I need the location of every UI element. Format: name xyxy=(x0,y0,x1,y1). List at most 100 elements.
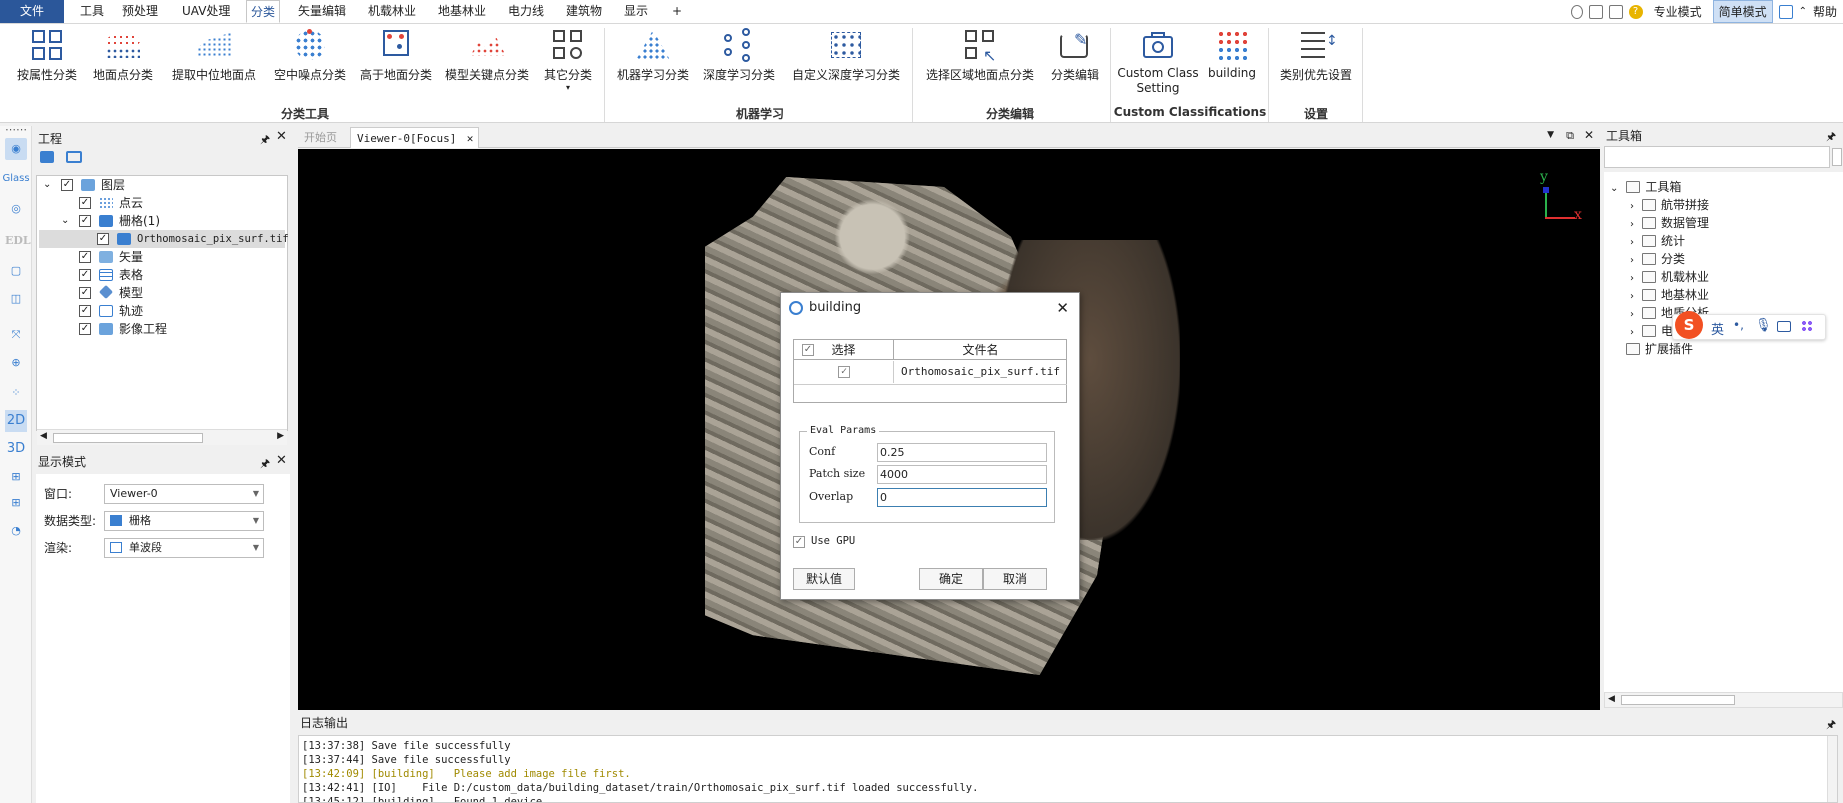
close-icon[interactable]: ✕ xyxy=(1056,293,1069,323)
apps-icon[interactable] xyxy=(1801,320,1813,332)
menu-display[interactable]: 显示 xyxy=(620,0,652,23)
help-icon[interactable]: ? xyxy=(1628,4,1643,19)
region-ground-classify-button[interactable]: ↖ 选择区域地面点分类 xyxy=(922,28,1038,83)
row-checkbox[interactable]: ✓ xyxy=(838,366,850,378)
class-priority-button[interactable]: ↕ 类别优先设置 xyxy=(1276,28,1356,83)
chevron-right-icon[interactable]: › xyxy=(1630,309,1634,320)
pin-icon[interactable]: 🖈 xyxy=(260,455,270,474)
chevron-down-icon[interactable]: ⌄ xyxy=(61,212,69,230)
close-icon[interactable]: ✕ xyxy=(1584,128,1594,142)
model-keypoint-classify-button[interactable]: 模型关键点分类 xyxy=(442,28,532,83)
custom-dl-classify-button[interactable]: 自定义深度学习分类 xyxy=(790,28,902,83)
layout-icon[interactable] xyxy=(1608,4,1623,19)
toolbox-hscrollbar[interactable]: ◀ xyxy=(1604,692,1843,708)
extract-median-ground-button[interactable]: 提取中位地面点 xyxy=(166,28,262,83)
microphone-icon[interactable]: 🎙 xyxy=(1755,318,1772,333)
other-classify-button[interactable]: 其它分类 ▾ xyxy=(540,28,596,92)
pin-icon[interactable]: 🖈 xyxy=(1826,128,1836,147)
building-classify-button[interactable]: building xyxy=(1204,28,1260,80)
cube-icon[interactable]: ▢ xyxy=(5,260,27,282)
air-noise-classify-button[interactable]: 空中噪点分类 xyxy=(268,28,352,83)
fit-view-icon[interactable]: ⤧ xyxy=(5,324,27,346)
toolbox-item[interactable]: › 地基林业 xyxy=(1630,286,1709,304)
add-window-icon[interactable]: ⊞ xyxy=(5,466,27,488)
toolbox-plugins[interactable]: 扩展插件 xyxy=(1626,340,1693,358)
help-menu[interactable]: 帮助 xyxy=(1813,3,1837,20)
checkbox[interactable]: ✓ xyxy=(79,323,91,335)
menu-preprocess[interactable]: 预处理 xyxy=(118,0,162,23)
row-select-cell[interactable]: ✓ xyxy=(794,361,894,383)
restore-icon[interactable]: ⧉ xyxy=(1566,129,1574,143)
toolbox-search-input[interactable] xyxy=(1604,146,1830,168)
ime-lang-toggle[interactable]: 英 xyxy=(1711,319,1724,338)
box-icon[interactable]: ◫ xyxy=(5,288,27,310)
overlap-input[interactable]: 0 xyxy=(877,488,1047,507)
toolbox-item[interactable]: › 电 xyxy=(1630,322,1673,340)
render-select[interactable]: 单波段 ▼ xyxy=(104,538,264,558)
tab-start-page[interactable]: 开始页 xyxy=(298,127,343,148)
menu-airborne-forestry[interactable]: 机载林业 xyxy=(364,0,420,23)
fullscreen-icon[interactable] xyxy=(1778,4,1793,19)
chevron-right-icon[interactable]: › xyxy=(1630,219,1634,230)
menu-vector-edit[interactable]: 矢量编辑 xyxy=(294,0,350,23)
toolbox-item[interactable]: › 机载林业 xyxy=(1630,268,1709,286)
camera-icon[interactable]: ◔ xyxy=(5,520,27,542)
log-output[interactable]: [13:37:38] Save file successfully [13:37… xyxy=(298,735,1838,803)
log-vscrollbar[interactable] xyxy=(1827,736,1837,802)
eye-icon[interactable]: ◎ xyxy=(5,198,27,220)
chevron-right-icon[interactable]: › xyxy=(1630,273,1634,284)
checkbox[interactable]: ✓ xyxy=(79,305,91,317)
tree-node-ortho-file[interactable]: ✓ Orthomosaic_pix_surf.tif xyxy=(39,230,289,248)
search-button[interactable] xyxy=(1832,148,1842,166)
scroll-left-icon[interactable]: ◀ xyxy=(1608,694,1615,704)
window-icon[interactable] xyxy=(1588,4,1603,19)
classify-by-attribute-button[interactable]: 按属性分类 xyxy=(12,28,82,83)
collapse-ribbon-icon[interactable]: ⌃ xyxy=(1799,6,1807,17)
chevron-right-icon[interactable]: › xyxy=(1630,255,1634,266)
checkbox[interactable]: ✓ xyxy=(79,287,91,299)
ground-point-classify-button[interactable]: 地面点分类 xyxy=(90,28,156,83)
window-select[interactable]: Viewer-0 ▼ xyxy=(104,484,264,504)
chevron-right-icon[interactable]: › xyxy=(1630,201,1634,212)
chevron-down-icon[interactable]: ⌄ xyxy=(1610,183,1618,194)
close-icon[interactable]: ✕ xyxy=(467,128,474,149)
ml-classify-button[interactable]: 机器学习分类 xyxy=(614,28,692,83)
close-icon[interactable]: ✕ xyxy=(276,453,287,468)
chevron-down-icon[interactable]: ⌄ xyxy=(43,176,51,194)
checkbox[interactable]: ✓ xyxy=(79,251,91,263)
scroll-thumb[interactable] xyxy=(1621,695,1735,705)
chevron-right-icon[interactable]: › xyxy=(1630,291,1634,302)
add-window2-icon[interactable]: ⊞ xyxy=(5,492,27,514)
view-2d-button[interactable]: 2D xyxy=(5,410,27,432)
menu-classify[interactable]: 分类 xyxy=(246,0,281,23)
pin-icon[interactable]: 🖈 xyxy=(1826,716,1836,735)
menu-file[interactable]: 文件 xyxy=(0,0,64,23)
patch-size-input[interactable]: 4000 xyxy=(877,465,1047,484)
menu-powerline[interactable]: 电力线 xyxy=(504,0,548,23)
close-icon[interactable]: ✕ xyxy=(276,129,287,144)
checkbox[interactable]: ✓ xyxy=(79,215,91,227)
layers-icon[interactable] xyxy=(66,151,82,163)
punctuation-icon[interactable]: •, xyxy=(1733,318,1744,332)
pin-icon[interactable]: 🖈 xyxy=(260,131,270,150)
select-all-checkbox[interactable]: ✓ xyxy=(802,344,814,356)
toolbox-item[interactable]: › 数据管理 xyxy=(1630,214,1709,232)
above-ground-classify-button[interactable]: 高于地面分类 xyxy=(356,28,436,83)
toolbox-item[interactable]: › 航带拼接 xyxy=(1630,196,1709,214)
ok-button[interactable]: 确定 xyxy=(919,568,983,590)
horizontal-scrollbar[interactable]: ◀ ▶ xyxy=(37,429,287,445)
menu-ground-forestry[interactable]: 地基林业 xyxy=(434,0,490,23)
toolbox-root[interactable]: ⌄ 工具箱 xyxy=(1610,178,1681,196)
default-button[interactable]: 默认值 xyxy=(793,568,855,590)
keyboard-icon[interactable] xyxy=(1777,321,1791,332)
scroll-thumb[interactable] xyxy=(53,433,203,443)
user-icon[interactable] xyxy=(1570,4,1583,19)
datatype-select[interactable]: 栅格 ▼ xyxy=(104,511,264,531)
menu-tools[interactable]: 工具 xyxy=(76,0,108,23)
classify-edit-button[interactable]: ✎ 分类编辑 xyxy=(1046,28,1104,83)
menu-uav[interactable]: UAV处理 xyxy=(178,0,234,23)
checkbox[interactable]: ✓ xyxy=(97,233,109,245)
sogou-logo-icon[interactable]: S xyxy=(1675,311,1703,339)
chevron-right-icon[interactable]: › xyxy=(1630,327,1634,338)
tab-dropdown-icon[interactable]: ▼ xyxy=(1547,130,1554,140)
